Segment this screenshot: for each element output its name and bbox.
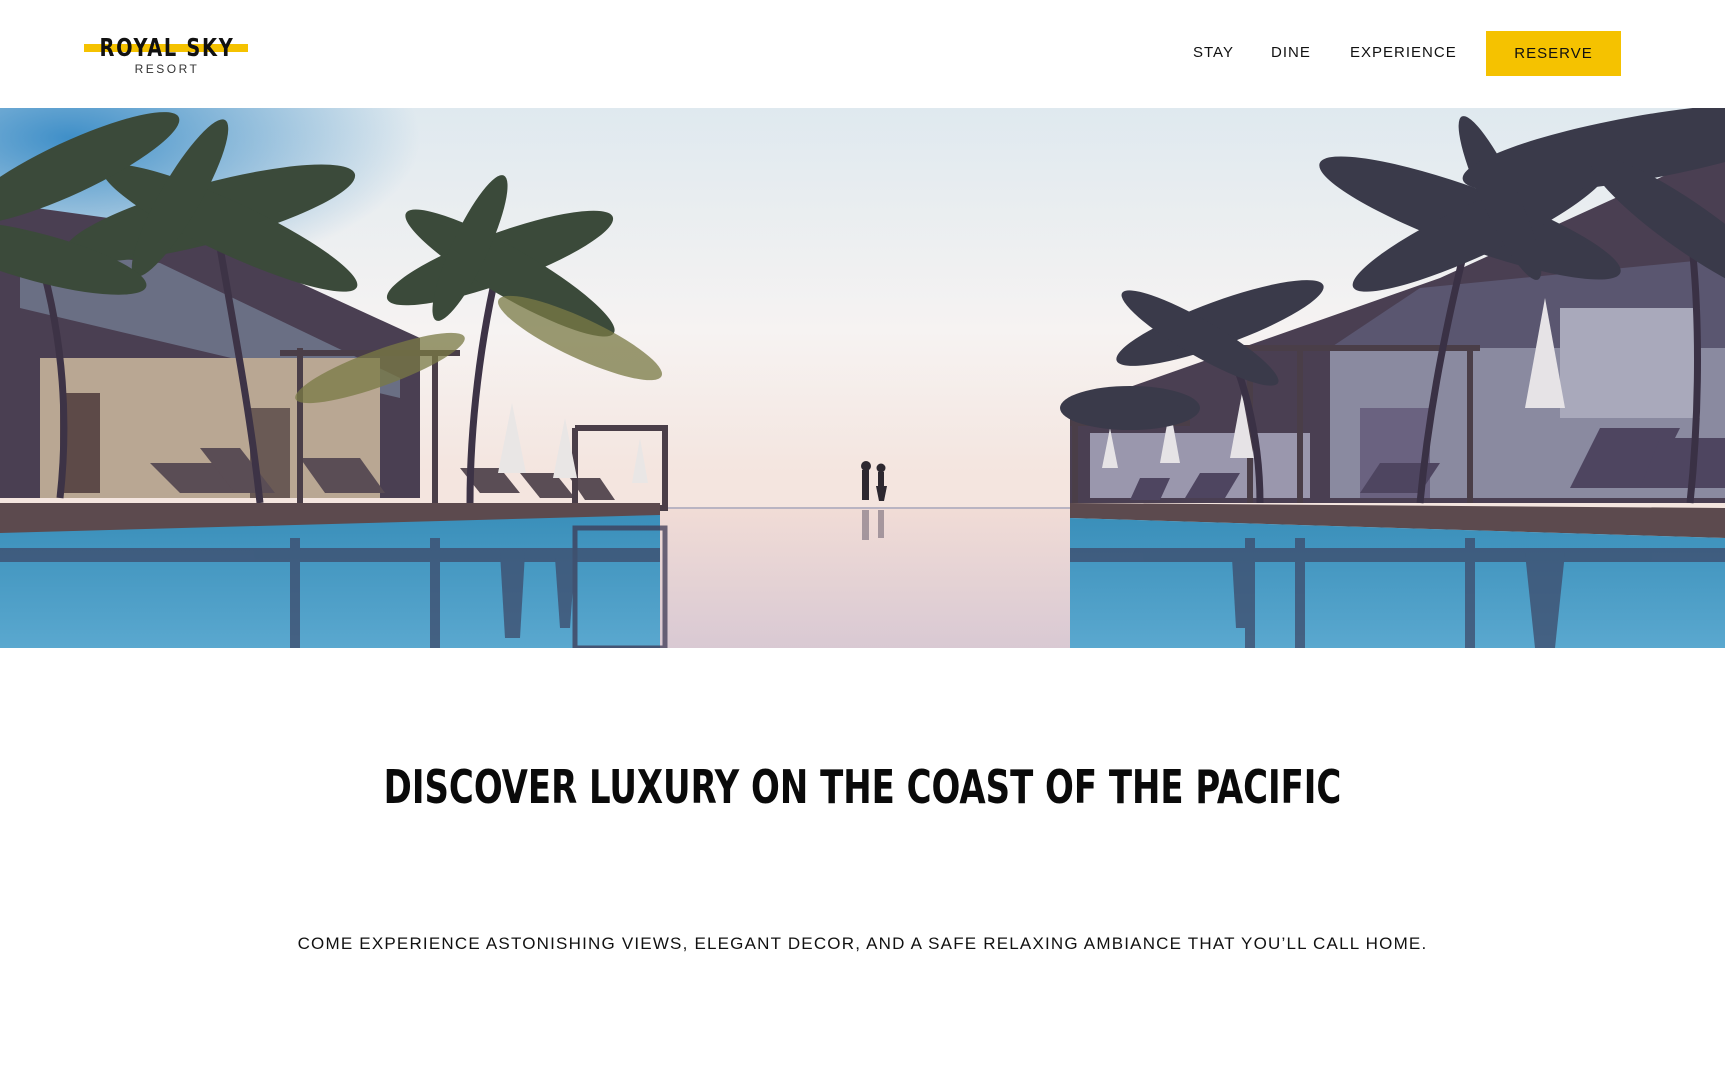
logo[interactable]: ROYAL SKY RESORT [84, 30, 250, 80]
page-headline: DISCOVER LUXURY ON THE COAST OF THE PACI… [383, 760, 1342, 814]
site-header: ROYAL SKY RESORT STAY DINE EXPERIENCE RE… [0, 0, 1725, 108]
nav-experience[interactable]: EXPERIENCE [1350, 44, 1457, 64]
nav-dine[interactable]: DINE [1271, 44, 1311, 64]
hero-illustration [0, 108, 1725, 648]
hero-image [0, 108, 1725, 648]
logo-subtitle: RESORT [134, 62, 200, 76]
page: ROYAL SKY RESORT STAY DINE EXPERIENCE RE… [0, 0, 1725, 1077]
nav-stay[interactable]: STAY [1193, 44, 1234, 64]
page-tagline: COME EXPERIENCE ASTONISHING VIEWS, ELEGA… [297, 934, 1428, 953]
reserve-button[interactable]: RESERVE [1486, 31, 1621, 76]
logo-name: ROYAL SKY [99, 33, 235, 62]
